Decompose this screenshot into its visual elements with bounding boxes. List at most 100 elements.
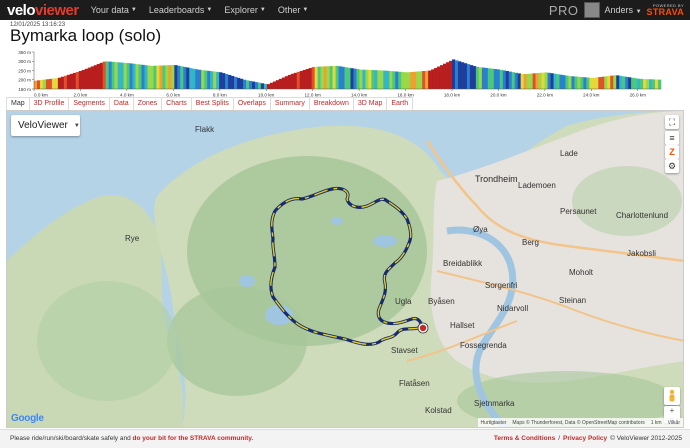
elevation-segment	[144, 65, 148, 89]
elevation-segment	[422, 71, 426, 89]
elevation-segment	[87, 67, 92, 89]
tab-summary[interactable]: Summary	[269, 97, 310, 110]
tab-charts[interactable]: Charts	[161, 97, 192, 110]
place-label: Persaunet	[560, 207, 597, 216]
elevation-segment	[51, 78, 56, 89]
elevation-segment	[523, 74, 527, 89]
elevation-segment	[135, 64, 139, 89]
elevation-segment	[129, 63, 133, 89]
elevation-segment	[225, 74, 229, 89]
place-label: Charlottenlund	[616, 211, 669, 220]
tab-3d-map[interactable]: 3D Map	[352, 97, 388, 110]
elevation-segment	[628, 77, 632, 89]
tab-zones[interactable]: Zones	[132, 97, 163, 110]
street-view-pegman-icon[interactable]	[664, 387, 680, 405]
place-label: Flatåsen	[399, 379, 430, 388]
elevation-segment	[243, 79, 247, 89]
powered-by-strava-logo[interactable]: POWERED BY STRAVA	[647, 3, 684, 17]
x-tick-label: 18.0 km	[444, 93, 461, 98]
tab-overlaps[interactable]: Overlaps	[232, 97, 271, 110]
elevation-segment	[159, 65, 163, 89]
veloviewer-logo[interactable]: velo viewer	[7, 2, 79, 19]
caret-down-icon: ▼	[259, 7, 266, 13]
strava-heatmap-icon[interactable]: Z	[665, 145, 679, 159]
pro-badge: PRO	[548, 2, 579, 18]
elevation-segment	[290, 73, 295, 89]
tab-3d-profile[interactable]: 3D Profile	[28, 97, 70, 110]
nav-other[interactable]: Other ▼	[278, 5, 308, 15]
elevation-segment	[117, 62, 121, 89]
elevation-segment	[446, 62, 450, 89]
tab-breakdown[interactable]: Breakdown	[308, 97, 354, 110]
elevation-segment	[228, 74, 232, 89]
elevation-segment	[269, 82, 274, 89]
terms-link[interactable]: Vilkår	[668, 420, 680, 426]
elevation-segment	[263, 83, 268, 89]
elevation-segment	[66, 74, 71, 89]
user-menu[interactable]: Anders ▼	[605, 5, 642, 15]
elevation-segment	[171, 65, 175, 89]
settings-icon[interactable]: ⚙	[665, 159, 679, 173]
activity-tabs: Map 3D Profile Segments Data Zones Chart…	[6, 97, 414, 110]
elevation-segment	[583, 77, 587, 89]
privacy-policy-link[interactable]: Privacy Policy	[563, 435, 607, 442]
elevation-segment	[589, 77, 593, 89]
elevation-segment	[39, 79, 44, 89]
elevation-segment	[180, 66, 184, 89]
google-logo[interactable]: Google	[11, 413, 44, 424]
caret-down-icon: ▼	[130, 7, 137, 13]
elevation-segment	[481, 67, 486, 89]
elevation-segment	[281, 77, 286, 89]
map-scale: 1 km	[650, 419, 662, 426]
elevation-segment	[57, 77, 62, 89]
elevation-segment	[90, 66, 95, 89]
elevation-area	[34, 59, 662, 89]
place-label: Flakk	[195, 125, 215, 134]
user-avatar[interactable]	[583, 2, 600, 18]
fullscreen-icon[interactable]: ⛶	[665, 115, 679, 129]
elevation-segment	[619, 75, 623, 89]
layers-icon[interactable]: ≡	[665, 131, 679, 145]
elevation-segment	[410, 71, 414, 89]
elevation-segment	[96, 64, 100, 89]
x-tick-label: 20.0 km	[490, 93, 507, 98]
map-layer-select[interactable]: VeloViewer ▼	[11, 115, 80, 136]
elevation-segment	[437, 66, 441, 89]
tab-segments[interactable]: Segments	[68, 97, 110, 110]
strava-community-link[interactable]: do your bit for the STRAVA community.	[133, 435, 254, 442]
elevation-segment	[222, 73, 226, 89]
tab-map[interactable]: Map	[6, 97, 30, 110]
elevation-segment	[162, 65, 166, 89]
place-label: Lademoen	[518, 181, 556, 190]
elevation-segment	[320, 66, 324, 89]
tab-data[interactable]: Data	[108, 97, 134, 110]
elevation-profile-chart[interactable]: 350 m300 m250 m200 m150 m 0.0 km 2.0 km 4.…	[6, 48, 666, 98]
elevation-segment	[517, 73, 521, 89]
place-label: Kolstad	[425, 406, 452, 415]
elevation-segment	[156, 65, 160, 89]
nav-your-data[interactable]: Your data ▼	[91, 5, 137, 15]
elevation-segment	[108, 61, 112, 89]
nav-explorer[interactable]: Explorer ▼	[224, 5, 265, 15]
terms-conditions-link[interactable]: Terms & Conditions	[494, 435, 555, 442]
elevation-segment	[365, 69, 369, 89]
nav-leaderboards[interactable]: Leaderboards ▼	[149, 5, 213, 15]
keyboard-shortcuts-link[interactable]: Hurtigtaster	[481, 420, 507, 426]
caret-down-icon: ▼	[73, 122, 80, 129]
elevation-segment	[440, 65, 444, 89]
elevation-segment	[475, 66, 480, 89]
tab-best-splits[interactable]: Best Splits	[190, 97, 234, 110]
elevation-segment	[413, 71, 417, 89]
place-label: Ugla	[395, 297, 412, 306]
route-map[interactable]: Flakk Rye Trondheim Lade Lademoen Persau…	[6, 110, 684, 428]
elevation-segment	[601, 76, 605, 89]
elevation-segment	[634, 78, 638, 89]
elevation-segment	[577, 76, 581, 89]
elevation-segment	[362, 69, 366, 89]
elevation-segment	[454, 60, 459, 89]
elevation-segment	[610, 75, 614, 89]
elevation-segment	[81, 69, 86, 89]
elevation-segment	[466, 64, 471, 89]
tab-earth[interactable]: Earth	[386, 97, 414, 110]
elevation-segment	[356, 69, 360, 89]
